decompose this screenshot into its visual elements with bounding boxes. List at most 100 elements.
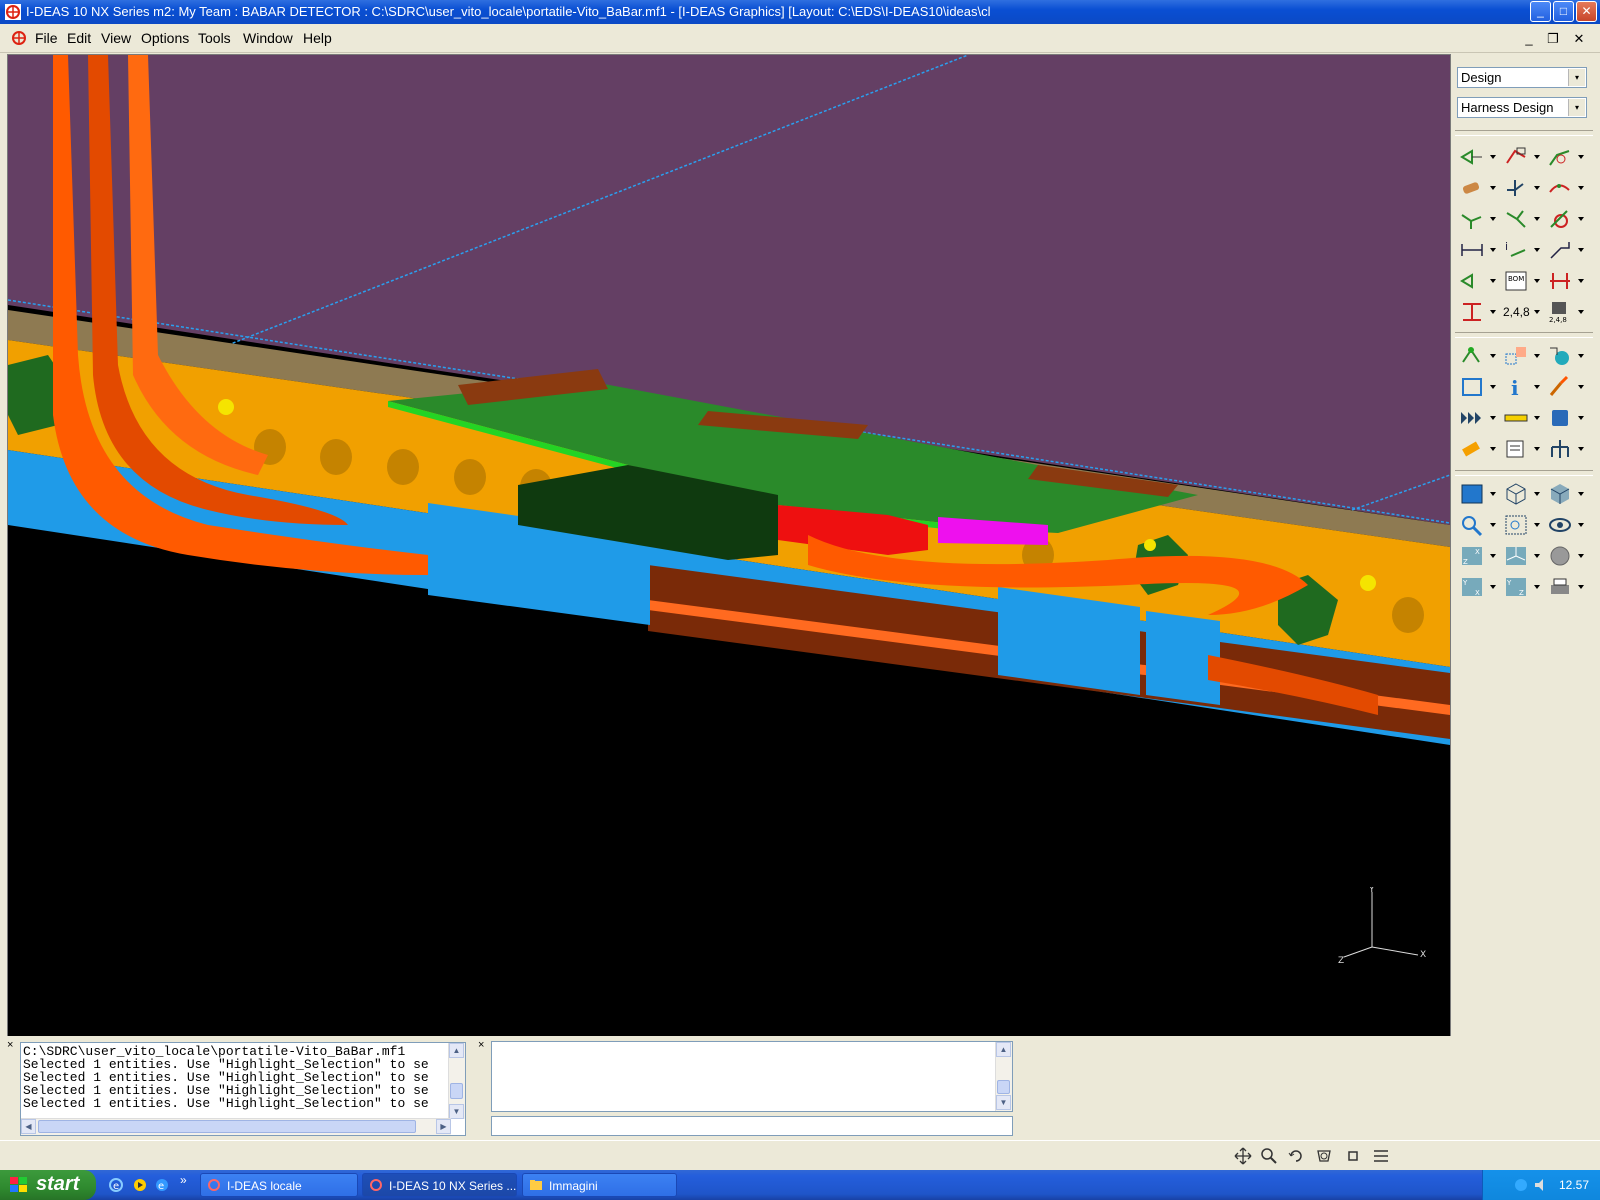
spacing-tool-icon[interactable] bbox=[1547, 269, 1584, 293]
menu-window[interactable]: Window bbox=[243, 30, 293, 46]
message-log[interactable]: C:\SDRC\user_vito_locale\portatile-Vito_… bbox=[20, 1042, 466, 1136]
mdi-close-button[interactable]: ✕ bbox=[1570, 31, 1588, 47]
pan-icon[interactable] bbox=[1234, 1147, 1252, 1165]
scroll-thumb[interactable] bbox=[38, 1120, 416, 1133]
scroll-up-icon[interactable]: ▲ bbox=[996, 1042, 1011, 1057]
sphere-view-icon[interactable] bbox=[1547, 544, 1584, 568]
ideas-app-icon[interactable] bbox=[5, 4, 21, 20]
wireframe-cube-icon[interactable] bbox=[1503, 482, 1540, 506]
bom-report-icon[interactable]: BOM bbox=[1503, 269, 1540, 293]
printer-icon[interactable] bbox=[1547, 575, 1584, 599]
clock[interactable]: 12.57 bbox=[1559, 1178, 1589, 1192]
rotate-icon[interactable] bbox=[1287, 1147, 1305, 1165]
clip-tool-icon[interactable] bbox=[1547, 207, 1584, 231]
shaded-cube-icon[interactable] bbox=[1547, 482, 1584, 506]
length-tool-icon[interactable] bbox=[1459, 238, 1496, 262]
menu-lines-icon[interactable] bbox=[1372, 1147, 1390, 1165]
view-rotate-3d-icon[interactable] bbox=[1315, 1147, 1333, 1165]
view-yz-icon[interactable]: YZ bbox=[1503, 575, 1540, 599]
mdi-restore-button[interactable]: ❐ bbox=[1544, 31, 1562, 47]
menu-view[interactable]: View bbox=[101, 30, 131, 46]
zoom-window-icon[interactable] bbox=[1503, 513, 1540, 537]
connector-check-icon[interactable] bbox=[1459, 269, 1496, 293]
task-ideas-locale[interactable]: I-DEAS locale bbox=[200, 1173, 358, 1197]
menu-help[interactable]: Help bbox=[303, 30, 332, 46]
info-route-icon[interactable]: i bbox=[1503, 238, 1540, 262]
svg-text:Z: Z bbox=[1519, 589, 1524, 597]
close-button[interactable]: ✕ bbox=[1576, 1, 1597, 22]
command-input[interactable] bbox=[491, 1116, 1013, 1136]
menu-tools[interactable]: Tools bbox=[198, 30, 231, 46]
route-tool-icon[interactable] bbox=[1547, 145, 1584, 169]
info-icon[interactable]: i bbox=[1503, 375, 1540, 400]
isometric-view-icon[interactable] bbox=[1503, 544, 1540, 568]
scroll-down-icon[interactable]: ▼ bbox=[449, 1104, 464, 1119]
log-horizontal-scrollbar[interactable]: ◀ ▶ bbox=[21, 1118, 451, 1135]
splice-tool-icon[interactable] bbox=[1547, 176, 1584, 200]
scroll-thumb[interactable] bbox=[450, 1083, 463, 1099]
scroll-down-icon[interactable]: ▼ bbox=[996, 1095, 1011, 1110]
scroll-right-icon[interactable]: ▶ bbox=[436, 1119, 451, 1134]
document-icon[interactable] bbox=[10, 29, 28, 47]
properties-list-icon[interactable] bbox=[1503, 437, 1540, 461]
small-square-icon[interactable] bbox=[1344, 1147, 1362, 1165]
task-label: Immagini bbox=[549, 1179, 598, 1193]
maximize-button[interactable]: □ bbox=[1553, 1, 1574, 22]
measure-ruler-icon[interactable] bbox=[1503, 406, 1540, 430]
wire-tool-icon[interactable] bbox=[1459, 176, 1496, 200]
connector-tool-icon[interactable] bbox=[1459, 145, 1496, 169]
minimize-button[interactable]: _ bbox=[1530, 1, 1551, 22]
application-select[interactable]: Design ▾ bbox=[1457, 67, 1587, 88]
hierarchy-tool-icon[interactable] bbox=[1459, 300, 1496, 324]
zoom-view-icon[interactable] bbox=[1260, 1147, 1278, 1165]
log-close-icon[interactable]: × bbox=[7, 1039, 13, 1051]
menu-edit[interactable]: Edit bbox=[67, 30, 91, 46]
ie-icon[interactable]: e bbox=[108, 1177, 124, 1193]
menu-file[interactable]: File bbox=[35, 30, 58, 46]
chevron-down-icon[interactable]: ▾ bbox=[1568, 69, 1585, 86]
branch-tool-icon[interactable] bbox=[1503, 176, 1540, 200]
bend-tool-icon[interactable] bbox=[1547, 238, 1584, 262]
shape-tool-icon[interactable] bbox=[1547, 344, 1584, 368]
cad-model-view[interactable] bbox=[8, 55, 1450, 1037]
view-zx-icon[interactable]: ZX bbox=[1459, 544, 1496, 568]
gauge-table-icon[interactable]: 2,4,8 bbox=[1547, 300, 1584, 324]
zoom-icon[interactable] bbox=[1459, 513, 1496, 537]
bundle-tool-icon[interactable] bbox=[1459, 207, 1496, 231]
point-tool-icon[interactable] bbox=[1459, 344, 1496, 368]
task-ideas-10-nx[interactable]: I-DEAS 10 NX Series ... bbox=[362, 1173, 517, 1197]
view-eye-icon[interactable] bbox=[1547, 513, 1584, 537]
forward-arrows-icon[interactable] bbox=[1459, 406, 1496, 430]
scroll-up-icon[interactable]: ▲ bbox=[449, 1043, 464, 1058]
hierarchy-tree-icon[interactable] bbox=[1547, 437, 1584, 461]
graphics-viewport[interactable]: Y X Z bbox=[7, 54, 1451, 1038]
tray-network-icon[interactable] bbox=[1513, 1177, 1529, 1193]
chevron-down-icon[interactable]: ▾ bbox=[1568, 99, 1585, 116]
prompt-vertical-scrollbar[interactable]: ▲ ▼ bbox=[995, 1042, 1012, 1111]
media-player-icon[interactable] bbox=[132, 1177, 148, 1193]
menu-options[interactable]: Options bbox=[141, 30, 189, 46]
quicklaunch-app-icon[interactable]: e bbox=[154, 1177, 170, 1193]
prompt-close-icon[interactable]: × bbox=[478, 1039, 484, 1051]
mdi-minimize-button[interactable]: _ bbox=[1520, 31, 1538, 47]
gauge-2-4-8-tool[interactable]: 2,4,8 bbox=[1503, 300, 1540, 324]
display-shaded-icon[interactable] bbox=[1459, 482, 1496, 506]
start-button[interactable]: start bbox=[0, 1170, 96, 1200]
move-tool-icon[interactable] bbox=[1503, 344, 1540, 368]
task-select[interactable]: Harness Design ▾ bbox=[1457, 97, 1587, 118]
log-vertical-scrollbar[interactable]: ▲ ▼ bbox=[448, 1043, 465, 1119]
tray-volume-icon[interactable] bbox=[1533, 1177, 1549, 1193]
workplane-tool-icon[interactable] bbox=[1459, 375, 1496, 399]
view-yx-icon[interactable]: YX bbox=[1459, 575, 1496, 599]
svg-text:i: i bbox=[1511, 376, 1519, 399]
scroll-left-icon[interactable]: ◀ bbox=[21, 1119, 36, 1134]
terminal-tool-icon[interactable] bbox=[1503, 145, 1540, 169]
svg-text:i: i bbox=[1505, 240, 1508, 253]
quicklaunch-more-icon[interactable]: » bbox=[180, 1173, 187, 1187]
object-box-icon[interactable] bbox=[1547, 406, 1584, 430]
scroll-thumb[interactable] bbox=[997, 1080, 1010, 1094]
task-immagini[interactable]: Immagini bbox=[522, 1173, 677, 1197]
paint-brush-icon[interactable] bbox=[1547, 375, 1584, 399]
eraser-icon[interactable] bbox=[1459, 437, 1496, 461]
harness-path-icon[interactable] bbox=[1503, 207, 1540, 231]
